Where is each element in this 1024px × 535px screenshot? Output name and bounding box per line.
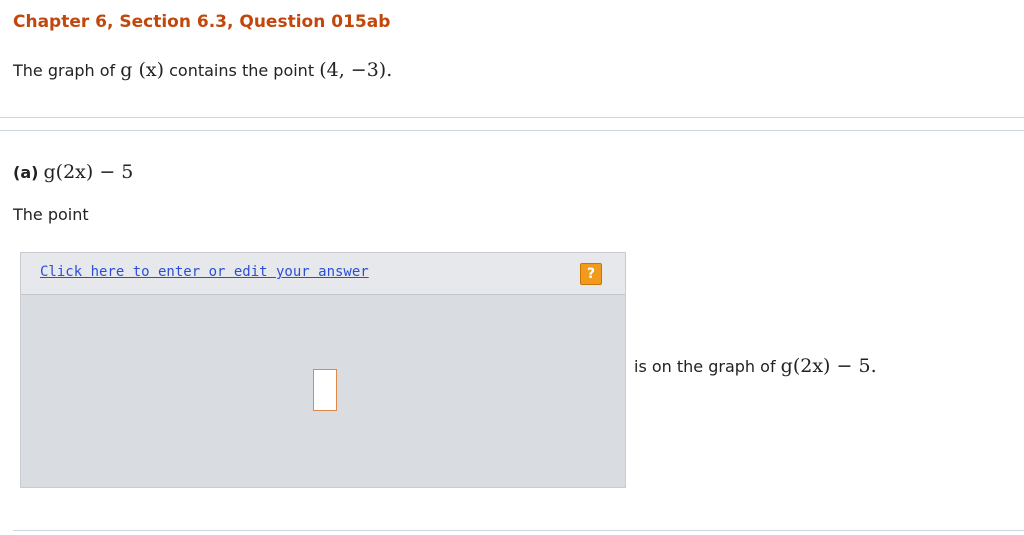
intro-prefix: The graph of xyxy=(13,61,116,80)
result-prefix: is on the graph of xyxy=(634,357,776,376)
intro-suffix: . xyxy=(386,59,393,81)
question-title: Chapter 6, Section 6.3, Question 015ab xyxy=(13,12,391,32)
result-statement: is on the graph of g(2x) − 5. xyxy=(634,355,877,377)
part-a-heading: (a) g(2x) − 5 xyxy=(13,161,133,183)
result-expression: g(2x) − 5 xyxy=(780,355,871,377)
result-suffix: . xyxy=(870,355,877,377)
intro-function: g (x) xyxy=(120,59,165,81)
question-intro: The graph of g (x) contains the point (4… xyxy=(13,59,392,81)
intro-mid: contains the point xyxy=(169,61,315,80)
edit-answer-link[interactable]: Click here to enter or edit your answer xyxy=(40,264,369,280)
answer-placeholder-slot[interactable] xyxy=(313,369,337,411)
help-icon[interactable]: ? xyxy=(580,263,602,285)
section-divider xyxy=(0,117,1024,131)
part-a-prompt: The point xyxy=(13,205,89,224)
intro-point: (4, −3) xyxy=(319,59,387,81)
bottom-divider xyxy=(13,530,1024,531)
answer-box-header: Click here to enter or edit your answer … xyxy=(21,253,625,295)
part-a-expression: g(2x) − 5 xyxy=(43,161,134,183)
question-page: Chapter 6, Section 6.3, Question 015ab T… xyxy=(0,0,1024,535)
part-a-label: (a) xyxy=(13,163,39,182)
answer-input-box[interactable]: Click here to enter or edit your answer … xyxy=(20,252,626,488)
